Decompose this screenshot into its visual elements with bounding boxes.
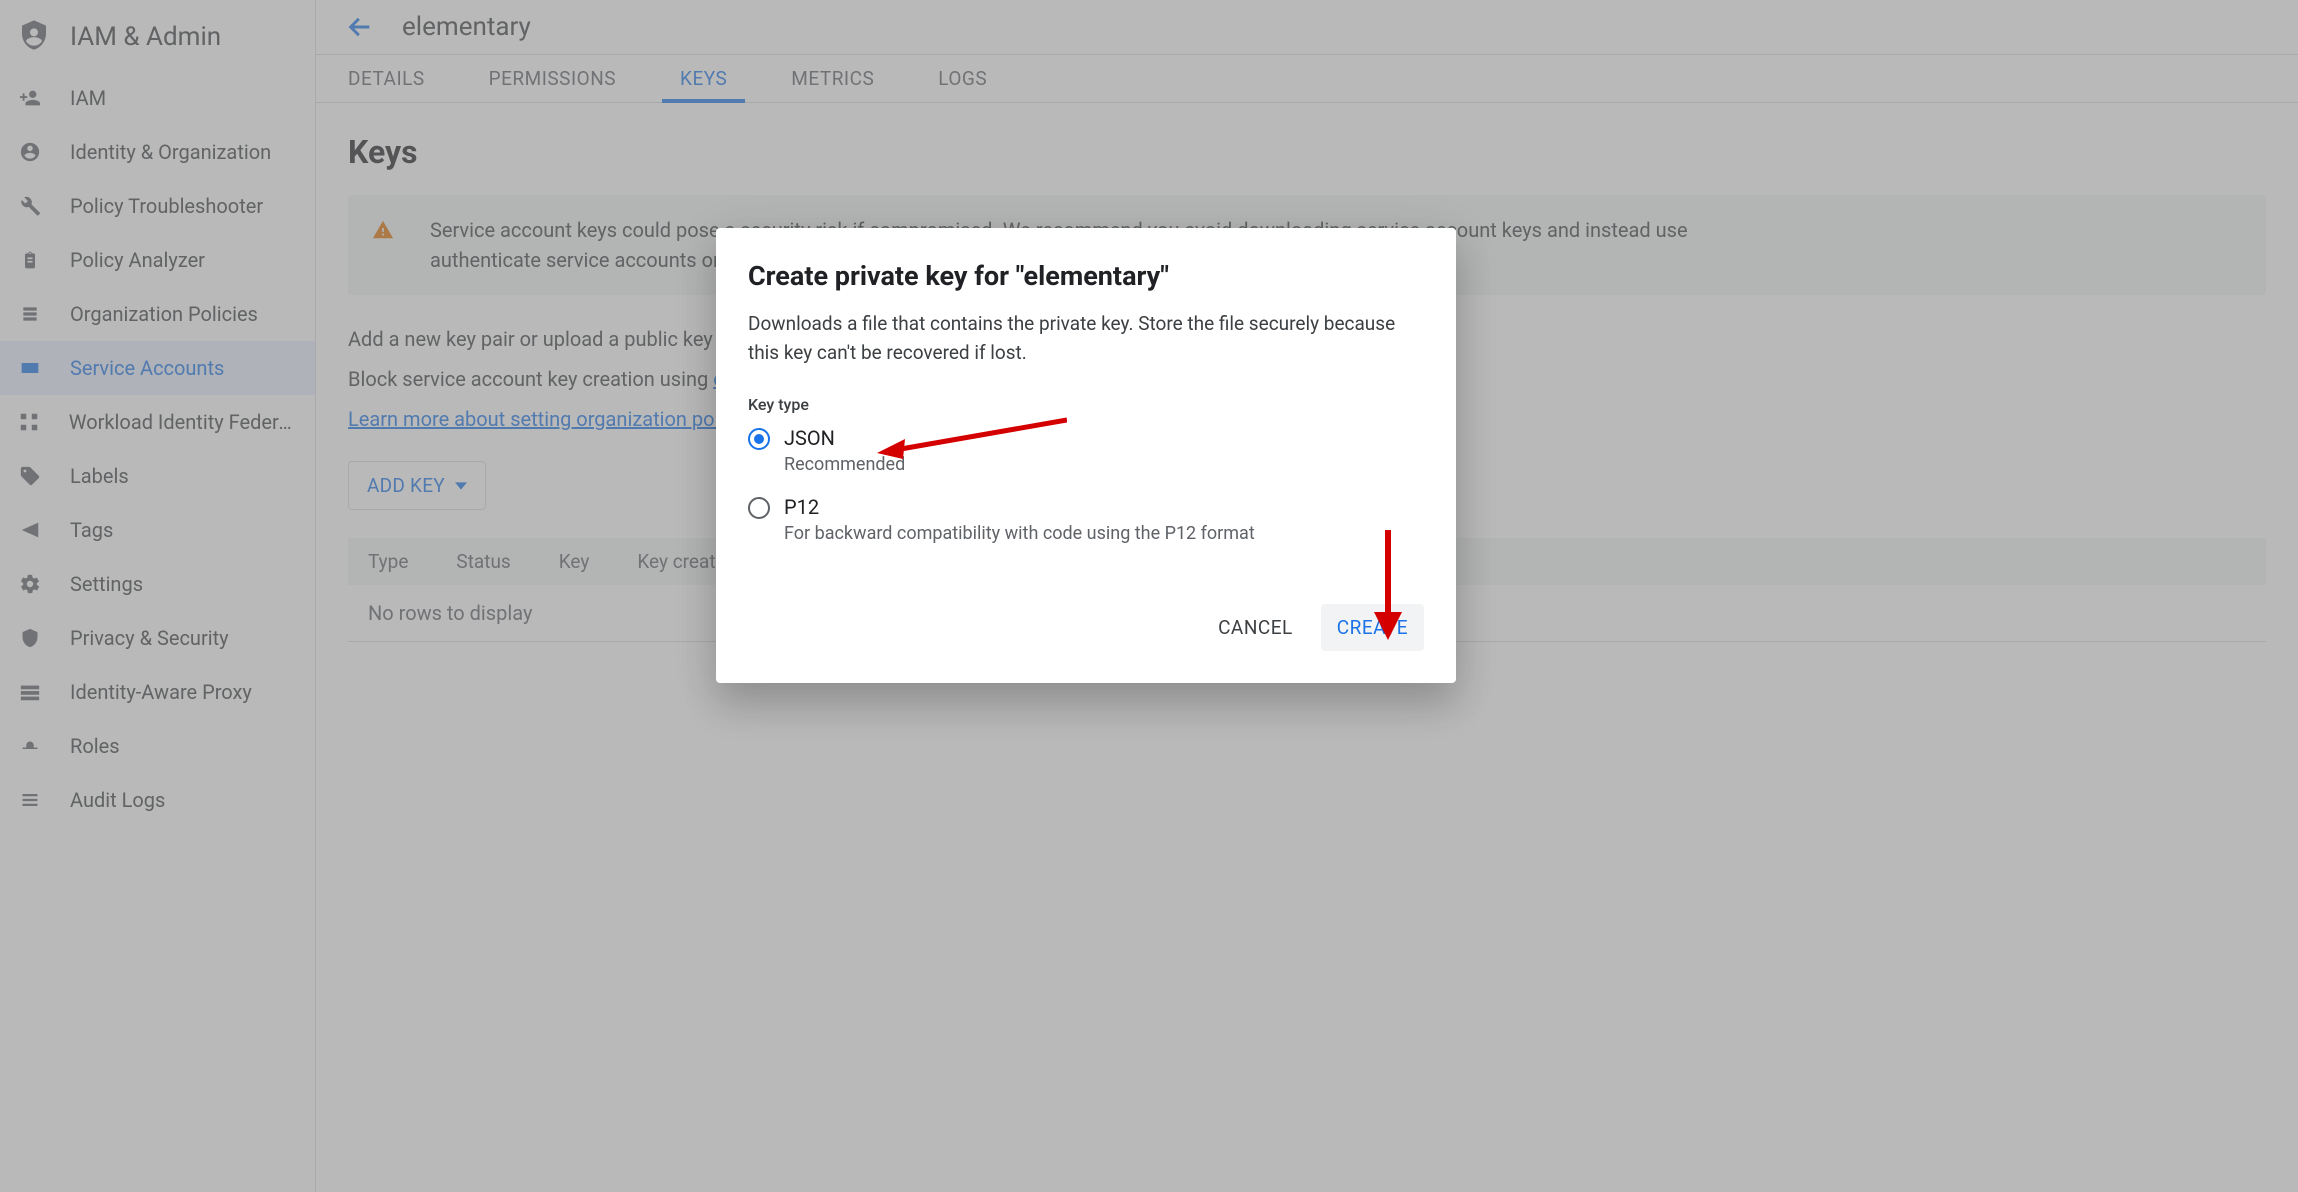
dialog-actions: CANCEL CREATE (748, 604, 1424, 651)
dialog-description: Downloads a file that contains the priva… (748, 310, 1424, 367)
radio-label: JSON (784, 426, 905, 450)
create-button[interactable]: CREATE (1321, 604, 1424, 651)
create-key-dialog: Create private key for "elementary" Down… (716, 228, 1456, 683)
key-type-radio-group: JSON Recommended P12 For backward compatibi… (748, 426, 1424, 544)
radio-option-json[interactable]: JSON Recommended (748, 426, 1424, 475)
dialog-title: Create private key for "elementary" (748, 260, 1424, 292)
radio-option-p12[interactable]: P12 For backward compatibility with code … (748, 495, 1424, 544)
radio-sublabel: For backward compatibility with code usi… (784, 523, 1255, 544)
cancel-button[interactable]: CANCEL (1202, 604, 1309, 651)
radio-sublabel: Recommended (784, 454, 905, 475)
radio-label: P12 (784, 495, 1255, 519)
radio-icon[interactable] (748, 428, 770, 450)
key-type-label: Key type (748, 395, 1424, 414)
radio-icon[interactable] (748, 497, 770, 519)
